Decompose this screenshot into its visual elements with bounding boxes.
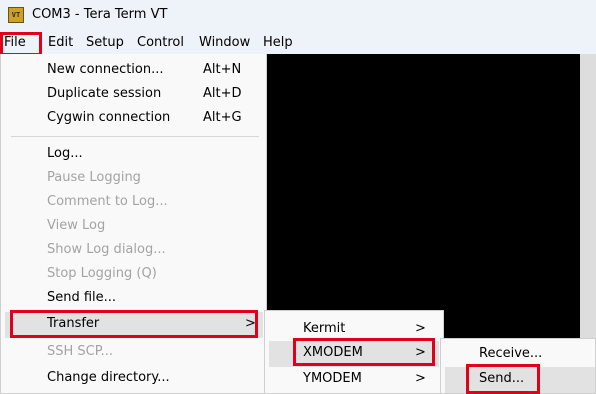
shortcut-alt-d: Alt+D — [203, 86, 242, 101]
menu-item-receive[interactable]: Receive... — [479, 346, 542, 361]
window-title: COM3 - Tera Term VT — [32, 7, 168, 22]
menu-help[interactable]: Help — [263, 35, 293, 50]
menu-item-comment-to-log: Comment to Log... — [47, 194, 168, 209]
tera-term-icon: VT — [8, 7, 24, 23]
menu-item-pause-logging: Pause Logging — [47, 170, 141, 185]
menu-separator — [11, 136, 259, 137]
menu-item-duplicate-session[interactable]: Duplicate session — [47, 86, 161, 101]
menu-item-stop-logging: Stop Logging (Q) — [47, 266, 157, 281]
menu-item-kermit[interactable]: Kermit — [303, 321, 345, 336]
menu-setup[interactable]: Setup — [86, 35, 124, 50]
transfer-highlight-box — [10, 310, 258, 338]
kermit-arrow-icon: > — [415, 321, 426, 336]
xmodem-highlight-box — [293, 338, 435, 366]
menu-edit[interactable]: Edit — [48, 35, 73, 50]
menu-item-view-log: View Log — [47, 218, 106, 233]
menu-item-cygwin-connection[interactable]: Cygwin connection — [47, 110, 170, 125]
menu-item-change-directory[interactable]: Change directory... — [47, 370, 170, 385]
ymodem-arrow-icon: > — [415, 371, 426, 386]
file-menu-highlight — [0, 32, 42, 56]
menu-item-send-file[interactable]: Send file... — [47, 290, 116, 305]
send-highlight-box — [466, 364, 540, 394]
menu-item-ssh-scp: SSH SCP... — [47, 344, 113, 359]
menu-item-show-log-dialog: Show Log dialog... — [47, 242, 166, 257]
title-bar: VT COM3 - Tera Term VT — [0, 0, 596, 32]
menu-window[interactable]: Window — [199, 35, 250, 50]
shortcut-alt-g: Alt+G — [203, 110, 242, 125]
menu-bar: File Edit Setup Control Window Help — [0, 32, 596, 54]
file-menu: New connection... Alt+N Duplicate sessio… — [0, 54, 267, 394]
menu-item-ymodem[interactable]: YMODEM — [303, 371, 362, 386]
menu-item-new-connection[interactable]: New connection... — [47, 62, 164, 77]
shortcut-alt-n: Alt+N — [203, 62, 242, 77]
menu-control[interactable]: Control — [137, 35, 184, 50]
menu-item-log[interactable]: Log... — [47, 146, 83, 161]
